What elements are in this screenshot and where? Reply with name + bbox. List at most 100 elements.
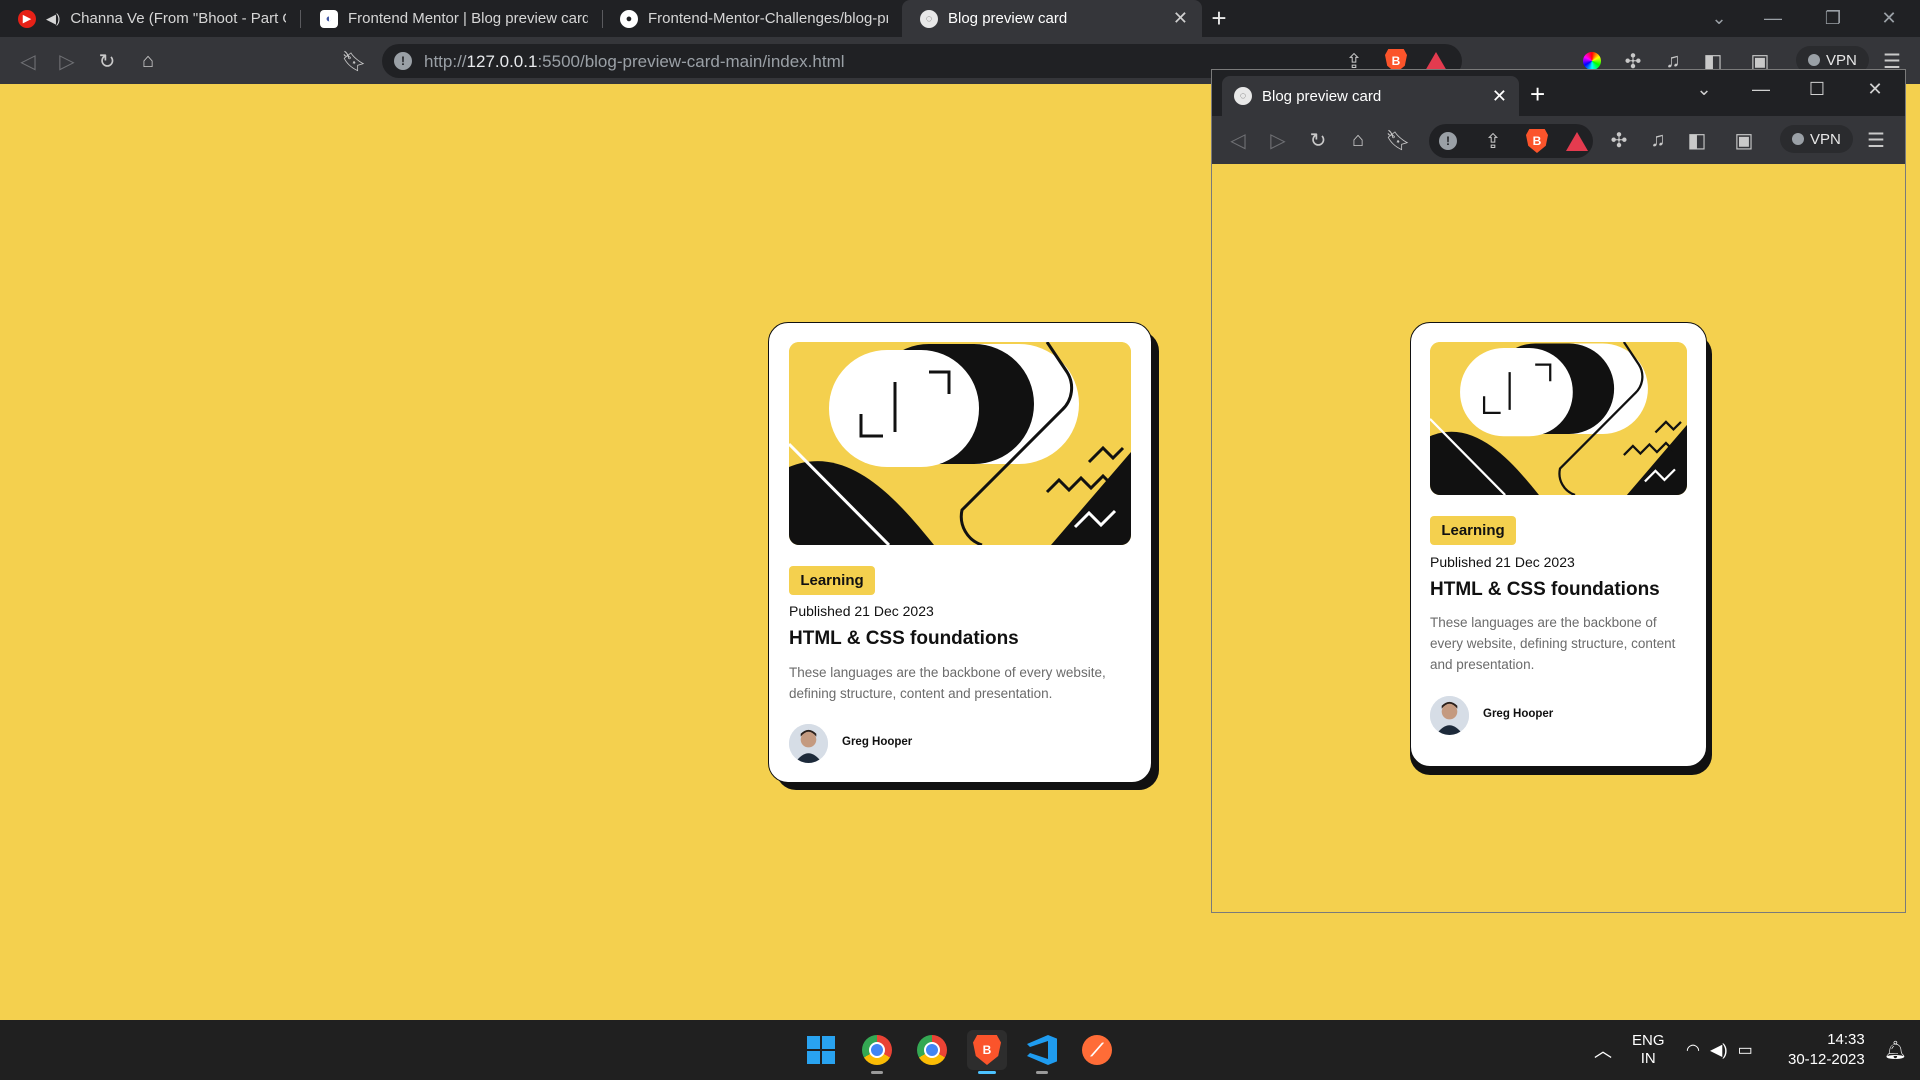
site-info-icon[interactable]: !	[1439, 132, 1457, 150]
taskbar-vscode[interactable]	[1022, 1030, 1062, 1074]
new-tab-button[interactable]: +	[1204, 4, 1234, 34]
author-avatar	[1430, 696, 1469, 735]
card-title[interactable]: HTML & CSS foundations	[1430, 579, 1660, 601]
tab-frontend-mentor[interactable]: ◐ Frontend Mentor | Blog preview card	[302, 0, 602, 37]
wifi-icon: ◠	[1686, 1042, 1700, 1059]
forward-button[interactable]: ▷	[53, 47, 81, 75]
url-host: 127.0.0.1	[466, 52, 538, 71]
tab-separator	[300, 10, 301, 28]
popup-tab-title: Blog preview card	[1262, 87, 1382, 105]
card-description: These languages are the backbone of ever…	[1430, 615, 1676, 672]
tab-blog-preview-card[interactable]: ◌ Blog preview card ✕	[902, 0, 1202, 37]
chrome-icon	[917, 1035, 947, 1065]
brave-shield-icon: B	[1526, 129, 1548, 153]
running-indicator	[1036, 1071, 1048, 1074]
close-tab-icon[interactable]: ✕	[1173, 8, 1188, 29]
brave-shields-button[interactable]: B	[1523, 127, 1551, 155]
windows-taskbar: B ⟋ ︿ ENG IN ◠ ◀) ▭ 14:33 30-12-2023 🔔︎	[0, 1020, 1920, 1080]
popup-new-tab-button[interactable]: +	[1530, 80, 1545, 108]
tab-title: Frontend Mentor | Blog preview card	[348, 10, 588, 27]
home-button[interactable]: ⌂	[1344, 126, 1372, 154]
language-code: ENG	[1632, 1032, 1665, 1049]
frontend-mentor-icon: ◐	[320, 9, 338, 28]
vpn-label: VPN	[1810, 130, 1841, 148]
clock-date: 30-12-2023	[1788, 1051, 1865, 1068]
share-icon[interactable]: ⇪	[1479, 127, 1507, 155]
taskbar-postman[interactable]: ⟋	[1077, 1030, 1117, 1070]
url-text[interactable]: http://127.0.0.1:5500/blog-preview-card-…	[424, 52, 845, 72]
tab-title: Blog preview card	[948, 10, 1068, 27]
back-button[interactable]: ◁	[1224, 126, 1252, 154]
taskbar-chrome-1[interactable]	[857, 1030, 897, 1074]
published-date: Published 21 Dec 2023	[789, 603, 934, 619]
close-window-button[interactable]: ✕	[1866, 0, 1912, 37]
menu-icon[interactable]: ☰	[1862, 126, 1890, 154]
author-avatar	[789, 724, 828, 763]
windows-logo-icon	[807, 1036, 835, 1064]
taskbar-brave[interactable]: B	[967, 1030, 1007, 1074]
vscode-icon	[1027, 1035, 1057, 1065]
vpn-button[interactable]: VPN	[1780, 125, 1853, 153]
category-badge: Learning	[789, 566, 875, 595]
url-path: :5500/blog-preview-card-main/index.html	[537, 52, 845, 71]
site-info-icon[interactable]: !	[394, 52, 412, 70]
category-badge: Learning	[1430, 516, 1516, 545]
blog-illustration	[1430, 342, 1687, 495]
battery-icon: ▭	[1737, 1042, 1753, 1059]
card-title[interactable]: HTML & CSS foundations	[789, 628, 1019, 650]
vpn-status-icon	[1792, 133, 1804, 145]
author-name: Greg Hooper	[1483, 708, 1554, 720]
back-button[interactable]: ◁	[14, 47, 42, 75]
home-button[interactable]: ⌂	[134, 47, 162, 75]
author-name: Greg Hooper	[842, 736, 913, 748]
show-hidden-icons-chevron-icon[interactable]: ︿	[1594, 1020, 1612, 1080]
audio-playing-icon[interactable]: ◀)	[46, 11, 60, 27]
minimize-button[interactable]: —	[1750, 0, 1796, 37]
chrome-icon	[862, 1035, 892, 1065]
popup-tab-search-chevron-icon[interactable]: ⌄	[1681, 74, 1727, 104]
tab-youtube-song[interactable]: ▶ ◀) Channa Ve (From "Bhoot - Part On	[0, 0, 300, 37]
postman-icon: ⟋	[1082, 1035, 1112, 1065]
popup-minimize-button[interactable]: —	[1738, 74, 1784, 104]
blog-illustration	[789, 342, 1131, 545]
bookmark-button[interactable]: 🔖︎	[340, 47, 368, 75]
clock-time: 14:33	[1827, 1031, 1865, 1048]
reload-button[interactable]: ↻	[93, 47, 121, 75]
tab-github[interactable]: ● Frontend-Mentor-Challenges/blog-pr	[602, 0, 902, 37]
popup-toolbar: ◁ ▷ ↻ ⌂ 🔖︎ ! ⇪ B ✣ ♫ ◧ ▣ VPN ☰	[1212, 116, 1905, 164]
popup-close-window-button[interactable]: ✕	[1852, 74, 1898, 104]
youtube-icon: ▶	[18, 9, 36, 28]
tab-title: Channa Ve (From "Bhoot - Part On	[70, 10, 286, 27]
url-scheme: http://	[424, 52, 467, 71]
popup-tab-blog-preview-card[interactable]: ◌ Blog preview card ✕	[1222, 76, 1519, 116]
globe-icon: ◌	[920, 9, 938, 28]
extensions-icon[interactable]: ✣	[1605, 126, 1633, 154]
running-indicator	[978, 1071, 996, 1074]
vpn-label: VPN	[1826, 51, 1857, 69]
clock[interactable]: 14:33 30-12-2023	[1788, 1020, 1865, 1080]
notifications-icon[interactable]: 🔔︎	[1884, 1020, 1907, 1080]
popup-maximize-button[interactable]: ☐	[1794, 74, 1840, 104]
running-indicator	[871, 1071, 883, 1074]
github-icon: ●	[620, 9, 638, 28]
reload-button[interactable]: ↻	[1304, 126, 1332, 154]
brave-icon: B	[973, 1035, 1001, 1065]
bookmark-button[interactable]: 🔖︎	[1384, 126, 1412, 154]
brave-rewards-icon	[1566, 131, 1588, 151]
close-tab-icon[interactable]: ✕	[1492, 86, 1507, 107]
card-description: These languages are the backbone of ever…	[789, 665, 1106, 701]
sidebar-icon[interactable]: ◧	[1683, 126, 1711, 154]
popup-address-bar[interactable]: ! ⇪ B	[1429, 124, 1593, 158]
restore-button[interactable]: ❐	[1810, 0, 1856, 37]
forward-button[interactable]: ▷	[1264, 126, 1292, 154]
tab-search-chevron-icon[interactable]: ⌄	[1696, 0, 1742, 37]
popup-browser-window: ◌ Blog preview card ✕ + ⌄ — ☐ ✕ ◁ ▷ ↻ ⌂ …	[1211, 69, 1906, 913]
wallet-icon[interactable]: ▣	[1730, 126, 1758, 154]
brave-rewards-button[interactable]	[1563, 127, 1591, 155]
quick-settings[interactable]: ◠ ◀) ▭	[1686, 1020, 1753, 1080]
media-icon[interactable]: ♫	[1644, 126, 1672, 154]
start-button[interactable]	[801, 1030, 841, 1070]
taskbar-chrome-2[interactable]	[912, 1030, 952, 1070]
browser-tab-bar: ▶ ◀) Channa Ve (From "Bhoot - Part On ◐ …	[0, 0, 1920, 37]
language-indicator[interactable]: ENG IN	[1632, 1020, 1665, 1080]
